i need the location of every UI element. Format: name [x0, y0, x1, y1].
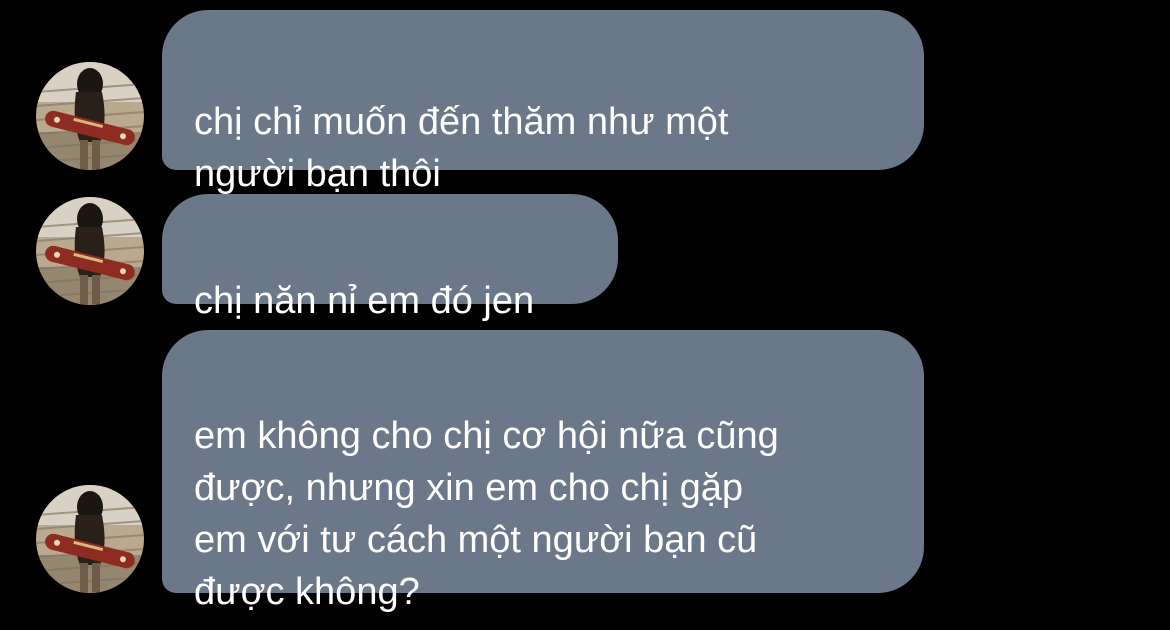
chat-thread: chị chỉ muốn đến thăm như một người bạn …: [0, 0, 1170, 630]
sender-avatar[interactable]: [36, 62, 144, 170]
avatar-photo-icon: [36, 62, 144, 170]
message-text: chị chỉ muốn đến thăm như một người bạn …: [194, 101, 729, 195]
sender-avatar[interactable]: [36, 197, 144, 305]
avatar-photo-icon: [36, 197, 144, 305]
message-bubble[interactable]: em không cho chị cơ hội nữa cũng được, n…: [162, 330, 924, 613]
message-bubble[interactable]: chị năn nỉ em đó jen: [162, 194, 618, 322]
sender-avatar[interactable]: [36, 485, 144, 593]
message-text: chị năn nỉ em đó jen: [194, 280, 535, 322]
message-bubble[interactable]: chị chỉ muốn đến thăm như một người bạn …: [162, 10, 924, 195]
message-text: em không cho chị cơ hội nữa cũng được, n…: [194, 415, 779, 613]
avatar-photo-icon: [36, 485, 144, 593]
